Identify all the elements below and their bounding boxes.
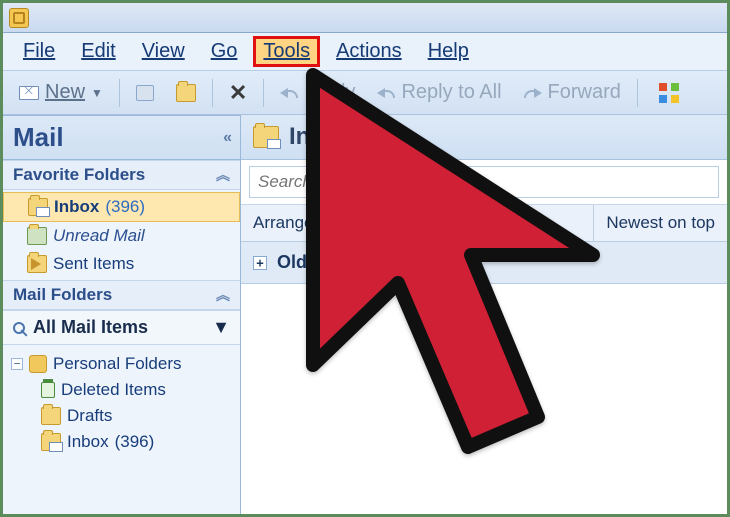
tree-inbox[interactable]: Inbox (396) bbox=[11, 429, 236, 455]
new-mail-icon bbox=[19, 83, 39, 103]
group-older-label: Older bbox=[277, 252, 324, 273]
chevron-up-icon: ︽ bbox=[216, 285, 230, 305]
delete-button[interactable]: ✕ bbox=[223, 80, 253, 106]
message-list[interactable] bbox=[241, 284, 727, 514]
search-icon bbox=[13, 322, 25, 334]
toolbar-separator bbox=[212, 79, 213, 107]
tree-drafts-label: Drafts bbox=[67, 406, 112, 426]
move-to-folder-button[interactable] bbox=[170, 82, 202, 104]
trash-icon bbox=[41, 382, 55, 398]
chevron-down-icon: ▼ bbox=[91, 86, 103, 100]
reply-all-button-label: Reply to All bbox=[401, 81, 501, 104]
favorite-unread[interactable]: Unread Mail bbox=[3, 222, 240, 250]
print-icon bbox=[136, 85, 154, 101]
sort-order-button[interactable]: Newest on top bbox=[593, 205, 727, 241]
main-area: Mail « Favorite Folders ︽ Inbox (396) Un… bbox=[3, 115, 727, 514]
folder-header: Inbox bbox=[241, 115, 727, 160]
tree-drafts[interactable]: Drafts bbox=[11, 403, 236, 429]
forward-button-label: Forward bbox=[548, 81, 621, 104]
reply-button-label: Reply bbox=[304, 81, 355, 104]
menu-view[interactable]: View bbox=[132, 36, 195, 67]
favorite-inbox-count: (396) bbox=[105, 197, 145, 217]
menu-go[interactable]: Go bbox=[201, 36, 248, 67]
title-bar bbox=[3, 3, 727, 33]
categories-button[interactable] bbox=[648, 80, 686, 106]
favorite-folders-list: Inbox (396) Unread Mail Sent Items bbox=[3, 190, 240, 280]
print-button[interactable] bbox=[130, 83, 160, 103]
toolbar-separator bbox=[263, 79, 264, 107]
favorite-sent-label: Sent Items bbox=[53, 254, 134, 274]
tree-collapse-icon[interactable]: − bbox=[11, 358, 23, 370]
unread-icon bbox=[27, 227, 47, 245]
tree-personal-folders[interactable]: − Personal Folders bbox=[11, 351, 236, 377]
favorite-inbox[interactable]: Inbox (396) bbox=[3, 192, 240, 222]
tree-deleted-items[interactable]: Deleted Items bbox=[11, 377, 236, 403]
collapse-pane-icon[interactable]: « bbox=[223, 129, 230, 147]
folder-tree: − Personal Folders Deleted Items Drafts … bbox=[3, 345, 240, 461]
delete-icon: ✕ bbox=[229, 82, 247, 104]
forward-icon bbox=[524, 86, 542, 100]
arrange-row: Arranged By: Date Newest on top bbox=[241, 205, 727, 242]
nav-pane: Mail « Favorite Folders ︽ Inbox (396) Un… bbox=[3, 115, 241, 514]
mail-folders-header[interactable]: Mail Folders ︽ bbox=[3, 280, 240, 310]
personal-folders-icon bbox=[29, 355, 47, 373]
toolbar-separator bbox=[119, 79, 120, 107]
menu-edit[interactable]: Edit bbox=[71, 36, 125, 67]
reply-all-button[interactable]: Reply to All bbox=[371, 79, 507, 106]
reply-button[interactable]: Reply bbox=[274, 79, 361, 106]
tree-deleted-label: Deleted Items bbox=[61, 380, 166, 400]
menu-actions[interactable]: Actions bbox=[326, 36, 412, 67]
tree-root-label: Personal Folders bbox=[53, 354, 182, 374]
forward-button[interactable]: Forward bbox=[518, 79, 627, 106]
menu-file[interactable]: File bbox=[13, 36, 65, 67]
all-mail-items[interactable]: All Mail Items ▼ bbox=[3, 310, 240, 345]
group-expand-icon[interactable]: + bbox=[253, 256, 267, 270]
toolbar-separator bbox=[637, 79, 638, 107]
app-window: File Edit View Go Tools Actions Help New… bbox=[0, 0, 730, 517]
sent-icon bbox=[27, 255, 47, 273]
toolbar: New ▼ ✕ Reply Reply to All Forward bbox=[3, 71, 727, 115]
favorite-folders-label: Favorite Folders bbox=[13, 165, 145, 185]
mail-pane-title: Mail bbox=[13, 122, 64, 153]
chevron-down-icon: ▼ bbox=[212, 317, 230, 338]
favorite-unread-label: Unread Mail bbox=[53, 226, 145, 246]
search-row bbox=[241, 160, 727, 205]
tree-inbox-label: Inbox bbox=[67, 432, 109, 452]
tree-inbox-count: (396) bbox=[115, 432, 155, 452]
chevron-up-icon: ︽ bbox=[216, 165, 230, 185]
content-column: Inbox Arranged By: Date Newest on top + … bbox=[241, 115, 727, 514]
menu-help[interactable]: Help bbox=[418, 36, 479, 67]
folder-title: Inbox bbox=[289, 123, 353, 151]
categories-icon bbox=[658, 82, 680, 104]
app-icon bbox=[9, 8, 29, 28]
favorite-sent[interactable]: Sent Items bbox=[3, 250, 240, 278]
drafts-icon bbox=[41, 407, 61, 425]
all-mail-items-label: All Mail Items bbox=[33, 317, 148, 338]
reply-icon bbox=[280, 86, 298, 100]
search-input[interactable] bbox=[249, 166, 719, 198]
inbox-icon bbox=[41, 433, 61, 451]
group-older[interactable]: + Older bbox=[241, 242, 727, 284]
mail-pane-header[interactable]: Mail « bbox=[3, 115, 240, 160]
menu-tools[interactable]: Tools bbox=[253, 36, 320, 67]
inbox-icon bbox=[28, 198, 48, 216]
reply-all-icon bbox=[377, 86, 395, 100]
favorite-folders-header[interactable]: Favorite Folders ︽ bbox=[3, 160, 240, 190]
new-button[interactable]: New ▼ bbox=[13, 79, 109, 106]
favorite-inbox-label: Inbox bbox=[54, 197, 99, 217]
menu-bar: File Edit View Go Tools Actions Help bbox=[3, 33, 727, 71]
inbox-icon bbox=[253, 126, 279, 148]
folder-icon bbox=[176, 84, 196, 102]
mail-folders-label: Mail Folders bbox=[13, 285, 112, 305]
arranged-by-button[interactable]: Arranged By: Date bbox=[241, 205, 405, 241]
new-button-label: New bbox=[45, 81, 85, 104]
